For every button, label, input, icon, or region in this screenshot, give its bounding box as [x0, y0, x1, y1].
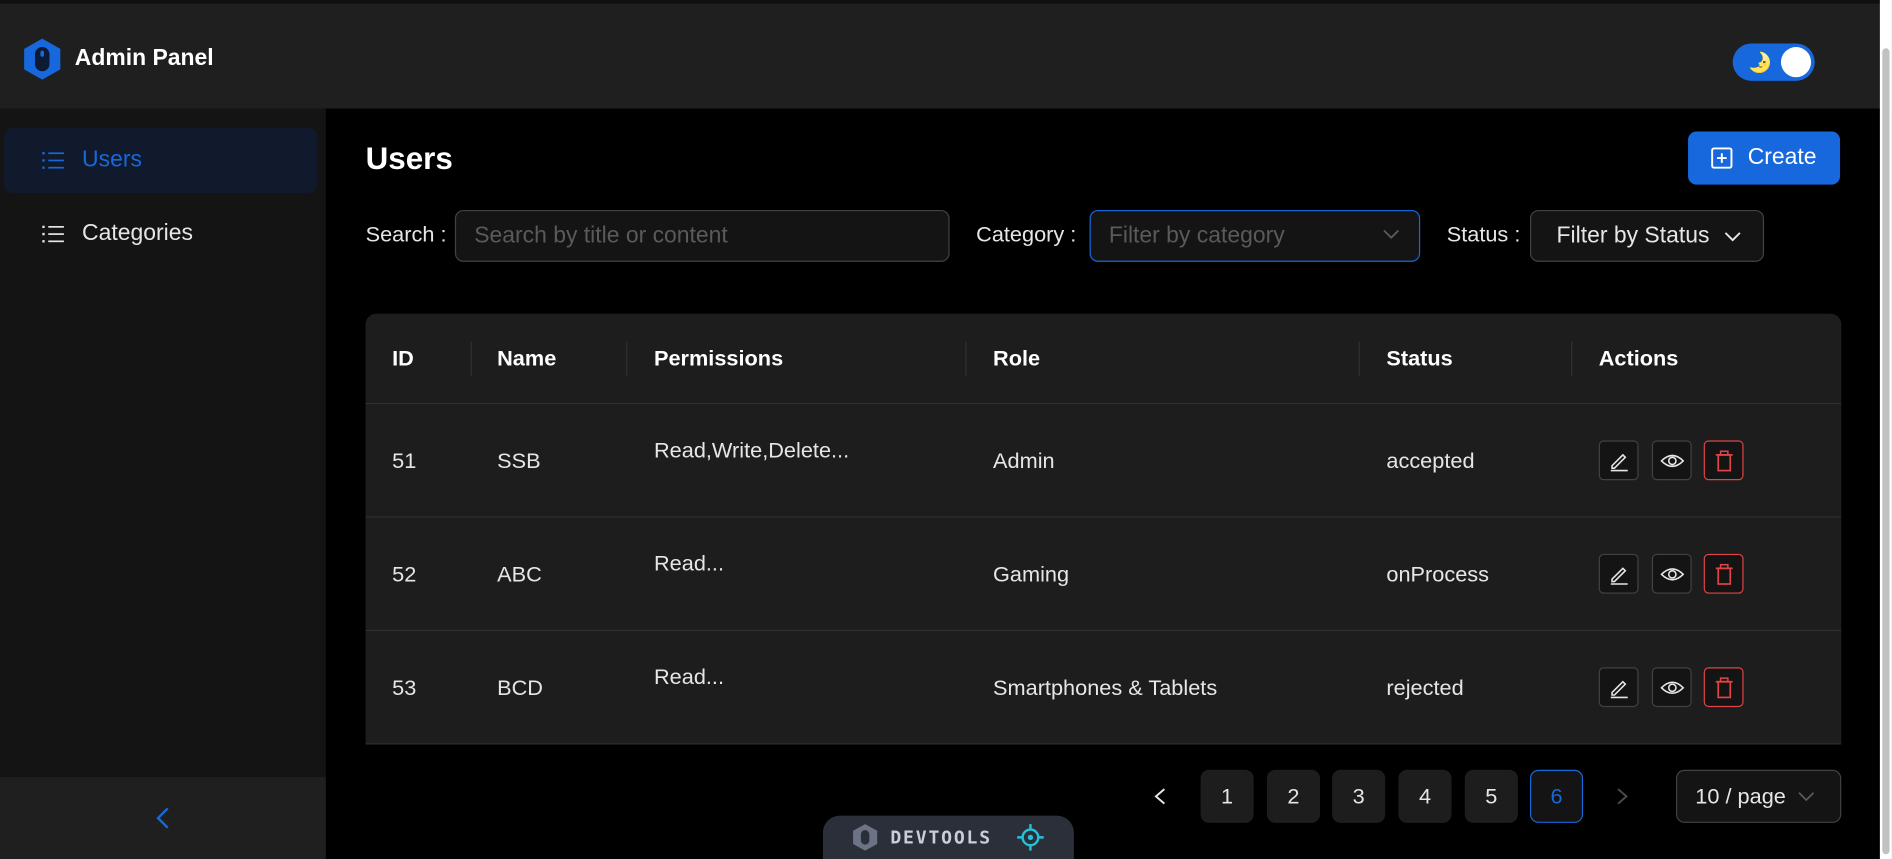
create-button[interactable]: Create — [1688, 131, 1841, 185]
cell-id: 53 — [392, 675, 417, 700]
cell-status: rejected — [1386, 675, 1464, 700]
trash-icon — [1715, 563, 1733, 585]
cell-name: BCD — [497, 675, 543, 700]
cell-id: 51 — [392, 448, 417, 473]
page-size-select[interactable]: 10 / page — [1675, 769, 1842, 823]
moon-icon: 🌛 — [1748, 53, 1773, 74]
devtools-button[interactable]: DEVTOOLS — [822, 815, 1074, 859]
edit-button[interactable] — [1598, 667, 1639, 708]
edit-icon — [1610, 453, 1628, 471]
cell-permissions: Read... — [653, 664, 725, 689]
search-placeholder: Search by title or content — [474, 222, 728, 248]
cell-status: onProcess — [1386, 562, 1490, 587]
page-button[interactable]: 5 — [1464, 769, 1518, 823]
trash-icon — [1715, 676, 1733, 698]
create-button-label: Create — [1747, 144, 1817, 171]
sidebar-item-categories[interactable]: Categories — [4, 202, 318, 267]
sidebar: Users Categories — [0, 108, 326, 859]
eye-icon — [1659, 454, 1684, 467]
table-row: 51 SSB Read,Write,Delete... Admin accept… — [365, 404, 1842, 518]
list-icon — [42, 225, 64, 243]
devtools-logo-icon — [852, 824, 878, 851]
status-select[interactable]: Filter by Status — [1529, 209, 1765, 262]
next-page-button[interactable] — [1616, 784, 1630, 808]
cell-status: accepted — [1386, 448, 1475, 473]
column-divider — [1358, 341, 1360, 377]
delete-button[interactable] — [1703, 667, 1744, 708]
sidebar-item-label: Categories — [82, 220, 193, 247]
cell-role: Smartphones & Tablets — [993, 675, 1218, 700]
eye-icon — [1659, 680, 1684, 694]
cell-role: Admin — [993, 448, 1055, 473]
column-divider — [470, 341, 472, 377]
status-label: Status : — [1446, 222, 1521, 247]
page-button[interactable]: 4 — [1398, 769, 1452, 823]
edit-button[interactable] — [1598, 553, 1639, 594]
page-button[interactable]: 1 — [1200, 769, 1254, 823]
search-input[interactable]: Search by title or content — [454, 209, 950, 262]
cell-name: ABC — [497, 562, 542, 587]
page-button-current[interactable]: 6 — [1529, 769, 1584, 823]
prev-page-button[interactable] — [1152, 784, 1166, 808]
edit-icon — [1610, 680, 1628, 698]
table-row: 52 ABC Read... Gaming onProcess — [365, 517, 1842, 632]
column-header-name[interactable]: Name — [497, 346, 556, 371]
cell-permissions: Read... — [653, 551, 725, 576]
plus-square-icon — [1711, 147, 1734, 169]
page-button[interactable]: 2 — [1266, 769, 1321, 823]
page-title: Users — [365, 139, 453, 177]
theme-toggle[interactable]: 🌛 — [1732, 43, 1815, 81]
eye-icon — [1659, 567, 1684, 580]
column-header-status[interactable]: Status — [1386, 346, 1452, 371]
devtools-label: DEVTOOLS — [890, 826, 992, 849]
category-select[interactable]: Filter by category — [1089, 209, 1421, 262]
list-icon — [42, 152, 64, 169]
view-button[interactable] — [1651, 667, 1692, 708]
top-header: Admin Panel 🌛 — [0, 0, 1892, 109]
app-logo-icon — [24, 38, 61, 80]
scrollbar-thumb[interactable] — [1882, 48, 1890, 855]
search-label: Search : — [365, 222, 447, 247]
chevron-down-icon — [1724, 231, 1741, 241]
sidebar-collapse-button[interactable] — [0, 777, 326, 859]
edit-button[interactable] — [1598, 440, 1639, 481]
delete-button[interactable] — [1703, 553, 1744, 594]
page-button[interactable]: 3 — [1332, 769, 1386, 823]
table-row: 53 BCD Read... Smartphones & Tablets rej… — [365, 631, 1842, 745]
cell-name: SSB — [497, 448, 541, 473]
edit-icon — [1610, 566, 1628, 585]
cell-permissions: Read,Write,Delete... — [653, 437, 850, 463]
column-header-role[interactable]: Role — [993, 346, 1040, 371]
column-header-permissions[interactable]: Permissions — [654, 346, 783, 371]
users-table: ID Name Permissions Role Status Actions … — [365, 313, 1842, 745]
column-divider — [626, 341, 628, 377]
table-header: ID Name Permissions Role Status Actions — [365, 313, 1842, 405]
crosshair-icon — [1017, 824, 1044, 851]
toggle-knob — [1780, 47, 1812, 78]
category-placeholder: Filter by category — [1108, 222, 1285, 248]
view-button[interactable] — [1651, 440, 1692, 481]
cell-id: 52 — [392, 562, 417, 587]
trash-icon — [1715, 449, 1733, 471]
sidebar-item-users[interactable]: Users — [3, 127, 318, 194]
app-title: Admin Panel — [74, 45, 214, 72]
chevron-left-icon — [156, 807, 169, 829]
category-label: Category : — [976, 222, 1077, 247]
column-header-id[interactable]: ID — [392, 346, 414, 371]
status-select-value: Filter by Status — [1556, 222, 1710, 248]
cell-role: Gaming — [993, 562, 1070, 587]
page-size-value: 10 / page — [1695, 783, 1786, 808]
column-divider — [965, 341, 967, 377]
view-button[interactable] — [1651, 553, 1692, 594]
chevron-down-icon — [1798, 792, 1815, 802]
delete-button[interactable] — [1703, 440, 1744, 481]
sidebar-item-label: Users — [82, 147, 142, 173]
column-divider — [1570, 341, 1573, 377]
chevron-down-icon — [1383, 229, 1400, 239]
column-header-actions: Actions — [1598, 346, 1679, 371]
